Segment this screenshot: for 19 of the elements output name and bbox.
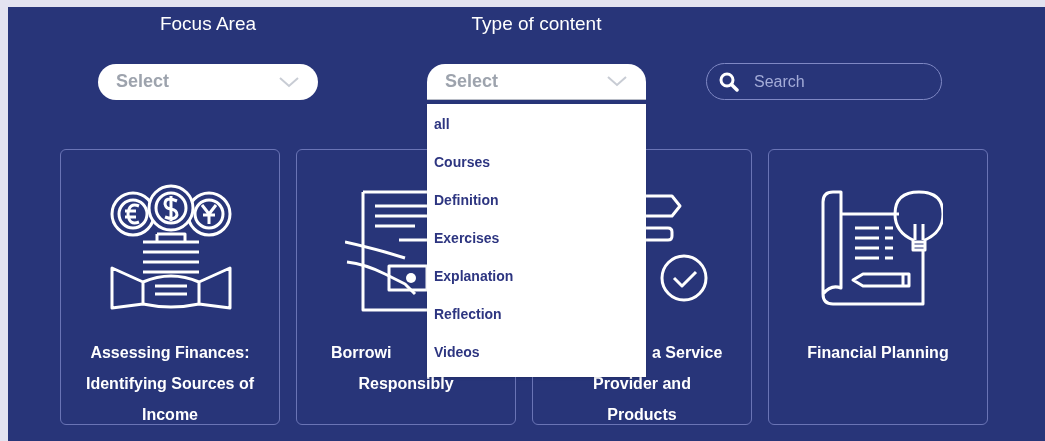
- topic-card[interactable]: Assessing Finances: Identifying Sources of Income: [60, 149, 280, 425]
- coins-icon: [109, 184, 233, 312]
- card-title: Income: [142, 406, 198, 423]
- filter-label: Focus Area: [159, 12, 257, 36]
- card-title: Assessing Finances:: [90, 344, 250, 361]
- card-title: Borrowi: [331, 344, 392, 361]
- card-title: Financial Planning: [807, 344, 949, 361]
- menu-option[interactable]: all: [427, 108, 646, 146]
- filter-label: Type of content: [471, 12, 602, 36]
- card-title: Responsibly: [358, 375, 454, 392]
- search-icon: [719, 72, 739, 92]
- chevron-down-icon: [278, 75, 300, 88]
- chevron-down-icon: [606, 75, 628, 87]
- card-title: a Service: [652, 344, 723, 361]
- search-field[interactable]: Search: [706, 63, 942, 100]
- card-title: Identifying Sources of: [86, 375, 254, 392]
- card-title: Products: [607, 406, 677, 423]
- card-title: Provider and: [593, 375, 691, 392]
- topic-card[interactable]: Financial Planning: [768, 149, 988, 425]
